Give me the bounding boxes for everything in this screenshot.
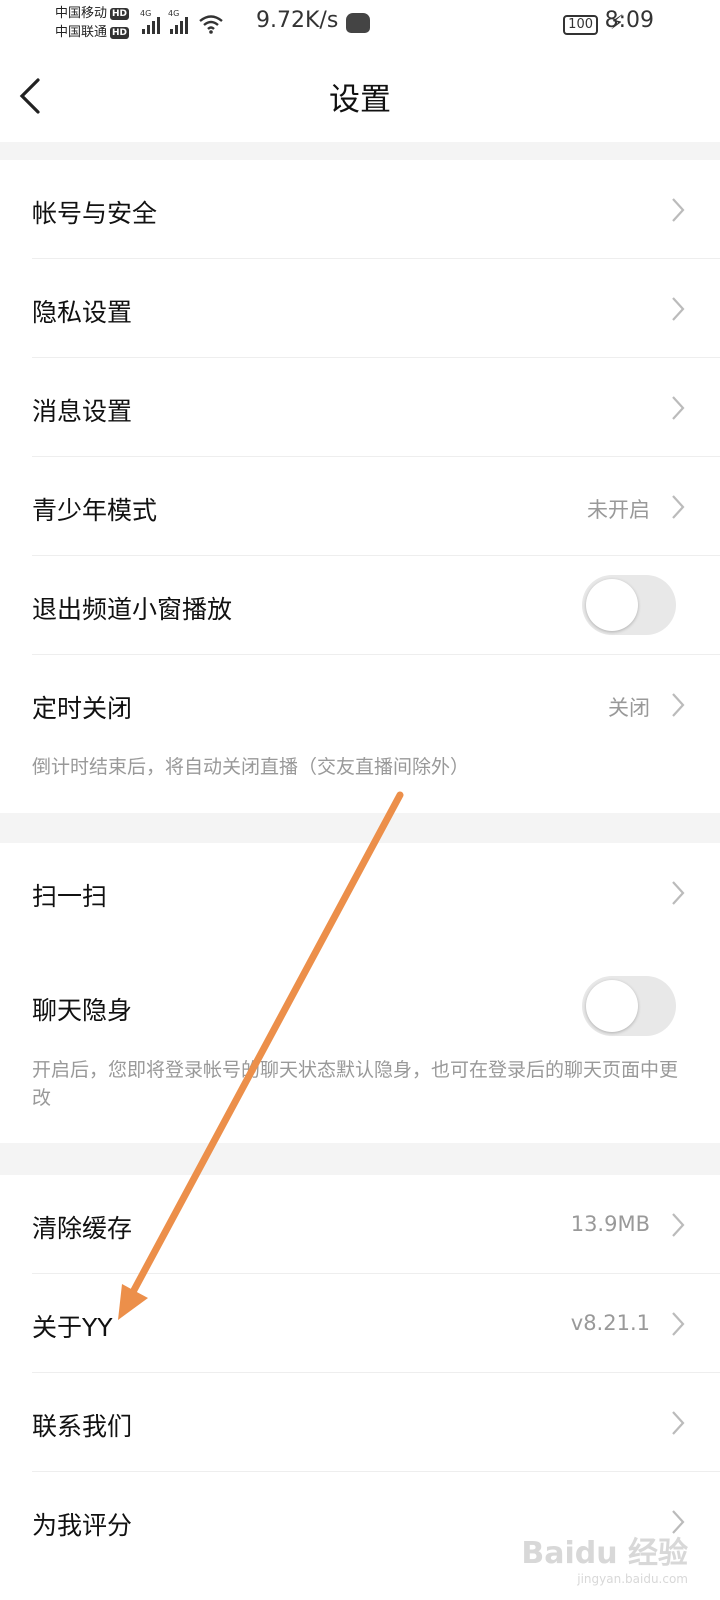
timer-status: 关闭 <box>608 696 650 720</box>
message-settings-row[interactable]: 消息设置 <box>0 358 720 457</box>
status-bar: 中国移动 HD 中国联通 HD 4G 4G 9.72K/s 100 ⚡ 8:09 <box>0 0 720 50</box>
toggle-knob <box>586 980 638 1032</box>
row-label: 扫一扫 <box>32 882 108 911</box>
carrier-info: 中国移动 HD 中国联通 HD <box>55 4 130 42</box>
app-version: v8.21.1 <box>570 1311 650 1335</box>
row-label: 隐私设置 <box>32 298 133 327</box>
battery-icon: 100 <box>563 15 598 35</box>
chevron-right-icon <box>672 693 685 717</box>
section-gap <box>0 1143 720 1175</box>
watermark-logo: Baidu 经验 jingyan.baidu.com <box>521 1528 688 1586</box>
section-gap <box>0 142 720 160</box>
app-notification-icon <box>346 13 370 33</box>
teen-mode-status: 未开启 <box>587 498 650 522</box>
toggle-knob <box>586 579 638 631</box>
row-label: 帐号与安全 <box>32 199 158 228</box>
chevron-right-icon <box>672 1213 685 1237</box>
row-label: 聊天隐身 <box>32 996 133 1025</box>
clock: 8:09 <box>604 8 654 33</box>
network-speed: 9.72K/s <box>256 8 339 33</box>
row-label: 联系我们 <box>32 1412 133 1441</box>
signal-strength-icon: 4G <box>140 9 160 34</box>
chevron-right-icon <box>672 198 685 222</box>
page-title: 设置 <box>329 82 391 118</box>
chat-invisible-toggle[interactable] <box>582 976 676 1036</box>
section-gap <box>0 813 720 843</box>
timer-off-row[interactable]: 定时关闭 关闭 倒计时结束后，将自动关闭直播（交友直播间除外） <box>0 655 720 813</box>
account-security-row[interactable]: 帐号与安全 <box>0 160 720 259</box>
battery-level: 100 <box>568 17 593 32</box>
title-bar: 设置 <box>0 50 720 142</box>
mini-window-row: 退出频道小窗播放 <box>0 556 720 655</box>
chevron-right-icon <box>672 1411 685 1435</box>
row-label: 青少年模式 <box>32 496 158 525</box>
signal-strength-icon: 4G <box>168 9 188 34</box>
chat-invisible-hint: 开启后，您即将登录帐号的聊天状态默认隐身，也可在登录后的聊天页面中更改 <box>32 1059 679 1109</box>
row-label: 关于YY <box>32 1313 113 1342</box>
clear-cache-row[interactable]: 清除缓存 13.9MB <box>0 1175 720 1274</box>
watermark-text: Baidu 经验 <box>521 1536 688 1571</box>
chevron-right-icon <box>672 297 685 321</box>
hd-badge: HD <box>110 26 130 39</box>
watermark-url: jingyan.baidu.com <box>577 1572 688 1586</box>
signal-icons: 4G 4G <box>140 9 224 34</box>
chevron-right-icon <box>672 396 685 420</box>
about-yy-row[interactable]: 关于YY v8.21.1 <box>0 1274 720 1373</box>
row-label: 定时关闭 <box>32 694 133 723</box>
row-label: 清除缓存 <box>32 1214 133 1243</box>
mini-window-toggle[interactable] <box>582 575 676 635</box>
wifi-icon <box>199 15 223 34</box>
chevron-right-icon <box>672 495 685 519</box>
row-label: 退出频道小窗播放 <box>32 595 233 624</box>
network-type: 4G <box>168 9 180 18</box>
timer-hint: 倒计时结束后，将自动关闭直播（交友直播间除外） <box>32 756 470 778</box>
chevron-right-icon <box>672 881 685 905</box>
hd-badge: HD <box>110 7 130 20</box>
cache-size: 13.9MB <box>570 1212 650 1236</box>
teen-mode-row[interactable]: 青少年模式 未开启 <box>0 457 720 556</box>
row-label: 消息设置 <box>32 397 133 426</box>
carrier-2: 中国联通 <box>55 25 108 40</box>
scan-row[interactable]: 扫一扫 <box>0 843 720 943</box>
contact-us-row[interactable]: 联系我们 <box>0 1373 720 1472</box>
row-label: 为我评分 <box>32 1511 133 1540</box>
chevron-right-icon <box>672 1312 685 1336</box>
chat-invisible-row: 聊天隐身 开启后，您即将登录帐号的聊天状态默认隐身，也可在登录后的聊天页面中更改 <box>0 943 720 1143</box>
carrier-1: 中国移动 <box>55 6 108 21</box>
network-type: 4G <box>140 9 152 18</box>
privacy-settings-row[interactable]: 隐私设置 <box>0 259 720 358</box>
